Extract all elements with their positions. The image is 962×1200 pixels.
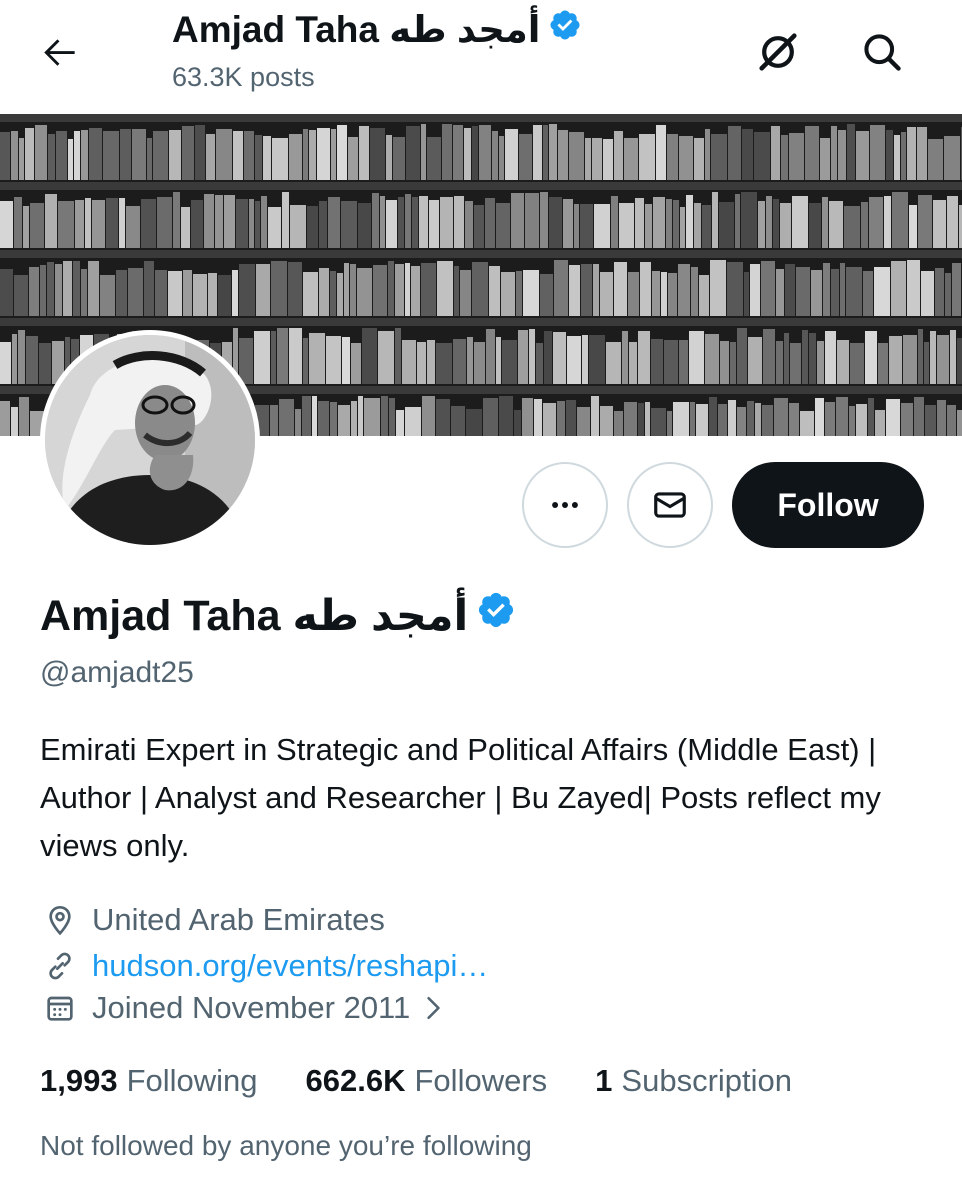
search-icon [864,34,901,71]
avatar[interactable] [40,330,260,550]
subscription-count: 1 [595,1063,613,1098]
more-dots-icon [552,502,578,508]
joined-text: Joined November 2011 [92,990,411,1025]
subscription-stat[interactable]: 1 Subscription [595,1063,792,1099]
profile-stats: 1,993 Following 662.6K Followers 1 Subsc… [40,1058,792,1104]
top-bar: Amjad Taha أمجد طه 63.3K posts [0,0,962,114]
envelope-icon [654,492,686,518]
message-button[interactable] [627,462,713,548]
calendar-icon [40,988,80,1028]
chevron-right-icon[interactable] [420,993,446,1023]
grok-icon [759,33,797,71]
website-link[interactable]: hudson.org/events/reshapi… [92,948,488,984]
following-stat[interactable]: 1,993 Following [40,1063,258,1099]
mutual-followers-note: Not followed by anyone you’re following [40,1130,532,1161]
link-icon [40,946,80,986]
header-name: Amjad Taha أمجد طه [172,9,541,50]
location-pin-icon [40,900,80,940]
back-button[interactable] [36,28,84,76]
post-count: 63.3K posts [172,62,315,92]
followers-count: 662.6K [305,1063,406,1098]
follow-button[interactable]: Follow [732,462,924,548]
joined-row: Joined November 2011 [40,986,446,1030]
following-count: 1,993 [40,1063,118,1098]
verified-badge-icon [548,8,582,51]
search-button[interactable] [856,26,908,78]
location-text: United Arab Emirates [92,902,385,937]
header-title: Amjad Taha أمجد طه [172,8,582,51]
user-handle: @amjadt25 [40,656,194,689]
following-label: Following [126,1063,258,1098]
verified-badge-icon[interactable] [476,590,516,641]
display-name-text: Amjad Taha أمجد طه [40,591,469,640]
grok-button[interactable] [752,26,804,78]
avatar-photo [45,335,255,545]
followers-stat[interactable]: 662.6K Followers [306,1063,548,1099]
display-name: Amjad Taha أمجد طه [40,590,516,641]
back-arrow-icon [44,39,75,66]
website-row: hudson.org/events/reshapi… [40,944,488,988]
more-options-button[interactable] [522,462,608,548]
location-row: United Arab Emirates [40,898,385,942]
followers-label: Followers [414,1063,548,1098]
profile-bio: Emirati Expert in Strategic and Politica… [40,732,881,863]
subscription-label: Subscription [621,1063,792,1098]
